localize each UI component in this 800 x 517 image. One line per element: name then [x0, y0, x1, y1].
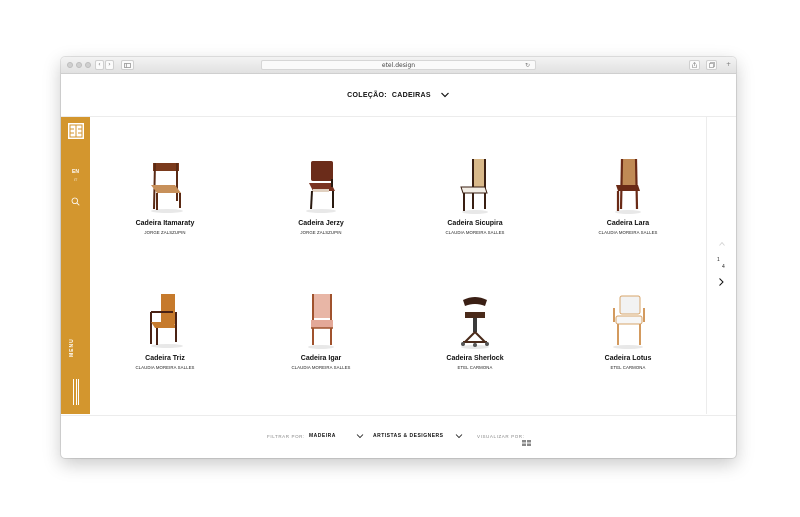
product-card[interactable]: Cadeira Igar CLAUDIA MOREIRA SALLES: [261, 292, 381, 370]
etel-logo[interactable]: [68, 123, 84, 139]
chevron-down-icon: [456, 434, 463, 439]
page-current: 1: [717, 257, 720, 263]
product-name[interactable]: Cadeira Igar: [261, 355, 381, 362]
product-designer[interactable]: ETEL CARMONA: [568, 365, 688, 370]
tabs-overview-icon[interactable]: [706, 60, 717, 70]
url-text: etel.design: [381, 61, 416, 69]
product-name[interactable]: Cadeira Itamaraty: [105, 220, 225, 227]
filter-wood-dropdown[interactable]: MADEIRA: [309, 433, 364, 439]
product-card[interactable]: Cadeira Triz CLAUDIA MOREIRA SALLES: [105, 292, 225, 370]
collection-header[interactable]: COLEÇÃO: CADEIRAS: [61, 74, 736, 117]
filter-artists-label: ARTISTAS & DESIGNERS: [373, 433, 444, 439]
reload-icon[interactable]: ↻: [525, 62, 530, 69]
product-card[interactable]: Cadeira Itamaraty JORGE ZALSZUPIN: [105, 157, 225, 235]
chair-image[interactable]: [568, 157, 688, 215]
product-name[interactable]: Cadeira Triz: [105, 355, 225, 362]
product-designer[interactable]: JORGE ZALSZUPIN: [261, 230, 381, 235]
product-designer[interactable]: JORGE ZALSZUPIN: [105, 230, 225, 235]
product-designer[interactable]: CLAUDIA MOREIRA SALLES: [261, 365, 381, 370]
page-total: 4: [722, 264, 725, 270]
product-designer[interactable]: CLAUDIA MOREIRA SALLES: [568, 230, 688, 235]
sidebar: EN IT MENU: [61, 117, 90, 414]
chevron-down-icon[interactable]: [440, 90, 450, 100]
sidebar-toggle-icon[interactable]: [121, 60, 134, 70]
search-icon[interactable]: [71, 197, 80, 206]
product-designer[interactable]: CLAUDIA MOREIRA SALLES: [415, 230, 535, 235]
chair-image[interactable]: [415, 292, 535, 350]
product-card[interactable]: Cadeira Sherlock ETEL CARMONA: [415, 292, 535, 370]
chair-image[interactable]: [105, 157, 225, 215]
menu-label[interactable]: MENU: [69, 338, 75, 357]
chair-image[interactable]: [415, 157, 535, 215]
language-it[interactable]: IT: [61, 177, 90, 182]
forward-button[interactable]: ›: [105, 60, 114, 70]
product-card[interactable]: Cadeira Lara CLAUDIA MOREIRA SALLES: [568, 157, 688, 235]
collection-label: COLEÇÃO:: [347, 91, 387, 99]
browser-toolbar: ‹ › etel.design ↻ +: [61, 57, 736, 74]
chair-image[interactable]: [261, 292, 381, 350]
share-icon[interactable]: [689, 60, 700, 70]
collection-value: CADEIRAS: [391, 91, 431, 99]
zoom-window-button[interactable]: [85, 62, 91, 68]
back-button[interactable]: ‹: [95, 60, 104, 70]
product-name[interactable]: Cadeira Sherlock: [415, 355, 535, 362]
product-name[interactable]: Cadeira Sicupira: [415, 220, 535, 227]
product-designer[interactable]: ETEL CARMONA: [415, 365, 535, 370]
filter-bar: FILTRAR POR: MADEIRA ARTISTAS & DESIGNER…: [61, 415, 736, 458]
filter-wood-label: MADEIRA: [309, 433, 336, 439]
chevron-right-icon[interactable]: [717, 277, 725, 287]
product-card[interactable]: Cadeira Jerzy JORGE ZALSZUPIN: [261, 157, 381, 235]
filter-label: FILTRAR POR:: [267, 434, 305, 439]
minimize-window-button[interactable]: [76, 62, 82, 68]
menu-lines-icon[interactable]: [73, 379, 79, 405]
product-card[interactable]: Cadeira Sicupira CLAUDIA MOREIRA SALLES: [415, 157, 535, 235]
product-card[interactable]: Cadeira Lotus ETEL CARMONA: [568, 292, 688, 370]
close-window-button[interactable]: [67, 62, 73, 68]
pager-divider: [706, 117, 707, 414]
view-label: VISUALIZAR POR:: [477, 434, 525, 439]
chevron-up-icon[interactable]: [718, 240, 726, 248]
chair-image[interactable]: [568, 292, 688, 350]
product-designer[interactable]: CLAUDIA MOREIRA SALLES: [105, 365, 225, 370]
filter-artists-dropdown[interactable]: ARTISTAS & DESIGNERS: [373, 433, 463, 439]
new-tab-icon[interactable]: +: [723, 60, 734, 70]
chair-image[interactable]: [105, 292, 225, 350]
browser-window: ‹ › etel.design ↻ + COLEÇÃO: CADEIRAS EN…: [61, 57, 736, 458]
product-name[interactable]: Cadeira Lotus: [568, 355, 688, 362]
language-en[interactable]: EN: [61, 169, 90, 175]
chair-image[interactable]: [261, 157, 381, 215]
chevron-down-icon: [356, 434, 364, 439]
product-name[interactable]: Cadeira Lara: [568, 220, 688, 227]
product-name[interactable]: Cadeira Jerzy: [261, 220, 381, 227]
address-bar[interactable]: etel.design ↻: [261, 60, 536, 70]
grid-view-icon[interactable]: [522, 433, 531, 451]
